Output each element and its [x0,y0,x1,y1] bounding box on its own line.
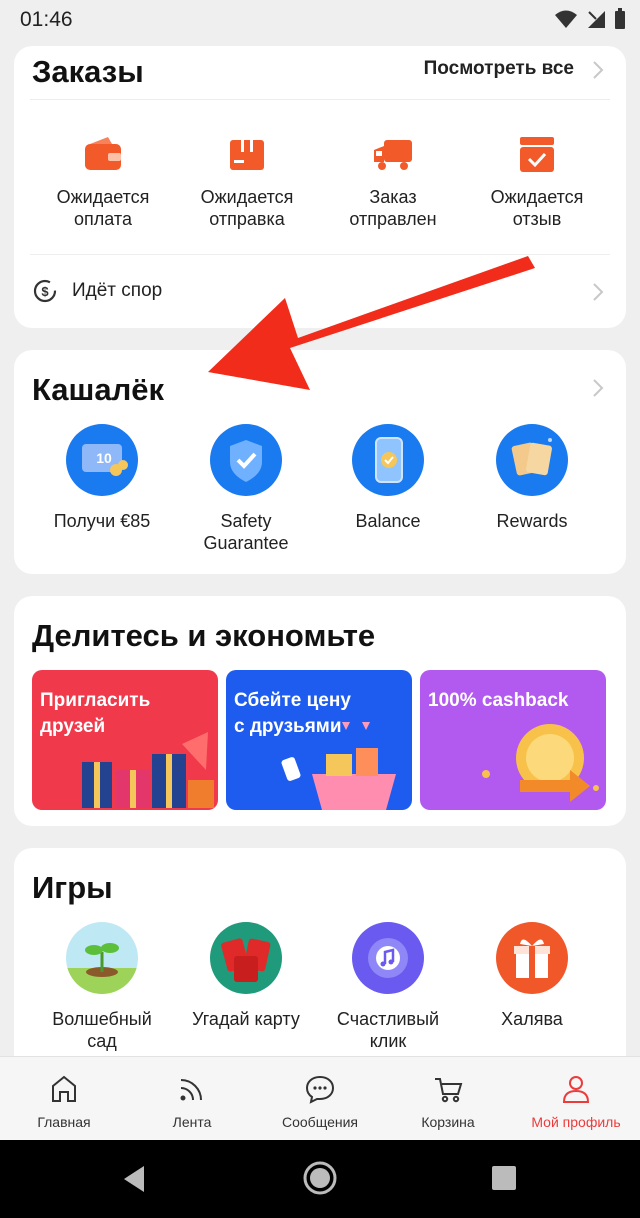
nav-profile[interactable]: Мой профиль [512,1073,640,1130]
nav-label: Главная [37,1114,91,1130]
chevron-right-icon[interactable] [592,282,604,302]
gift-icon [496,922,568,994]
cards-icon [210,922,282,994]
profile-icon [562,1076,590,1103]
order-item-label: Заказ отправлен [349,187,437,229]
promo-label: 100% cashback [428,690,569,711]
package-icon [230,140,264,170]
status-time: 01:46 [20,8,73,31]
status-bar: 01:46 [0,0,640,40]
nav-label: Лента [172,1114,212,1130]
cart-icon [435,1078,463,1103]
wallet-item-label: Получи €85 [53,511,151,531]
nav-cart[interactable]: Корзина [384,1073,512,1130]
recents-icon[interactable] [490,1164,518,1192]
home-icon [52,1075,76,1102]
dollar-refresh-icon: $ [33,279,57,303]
game-guess-card[interactable]: Угадай карту [174,922,318,1030]
svg-text:$: $ [41,284,49,299]
nav-label: Мой профиль [531,1114,621,1130]
phone-coin-icon [352,424,424,496]
wallet-item-label: Rewards [496,511,568,531]
game-lucky-click[interactable]: Счастливый клик [316,922,460,1052]
shield-check-icon [210,424,282,496]
share-card: Делитесь и экономьте Пригласить друзей С… [14,596,626,826]
sprout-icon [66,922,138,994]
bottom-nav: Главная Лента Сообщения Корзина Мой проф… [0,1056,640,1140]
order-shipped[interactable]: Заказ отправлен [320,134,466,230]
share-title: Делитесь и экономьте [32,618,376,653]
reward-cards-icon [496,424,568,496]
game-label: Угадай карту [192,1009,300,1029]
game-magic-garden[interactable]: Волшебный сад [30,922,174,1052]
wallet-balance[interactable]: Balance [316,424,460,532]
promo-invite-friends[interactable]: Пригласить друзей [32,670,218,810]
divider [30,254,610,255]
review-check-icon [520,137,554,172]
music-note-icon [352,922,424,994]
nav-messages[interactable]: Сообщения [256,1073,384,1130]
wallet-icon [85,137,121,170]
game-label: Счастливый клик [336,1009,440,1051]
svg-text:10: 10 [96,450,112,466]
system-icons [554,8,626,30]
promo-label: Сбейте цену с друзьями [234,690,351,737]
game-label: Волшебный сад [52,1009,152,1051]
wallet-card: Кашалёк 10 Получи €85 Safety Guarantee B… [14,350,626,574]
wallet-item-label: Safety Guarantee [203,511,289,553]
promo-group-discount[interactable]: Сбейте цену с друзьями [226,670,412,810]
nav-home[interactable]: Главная [0,1073,128,1130]
games-card: Игры Волшебный сад Угадай карту Счастлив… [14,848,626,1078]
signal-icon [588,11,605,28]
system-navigation-bar [0,1140,640,1218]
chevron-right-icon[interactable] [592,60,604,80]
chat-icon [305,1075,335,1104]
nav-feed[interactable]: Лента [128,1073,256,1130]
dispute-label: Идёт спор [72,280,163,301]
games-title: Игры [32,870,113,905]
promo-label: Пригласить друзей [40,690,151,737]
order-awaiting-payment[interactable]: Ожидается оплата [30,134,176,230]
coupon-icon: 10 [66,424,138,496]
game-label: Халява [501,1009,563,1029]
orders-card: Заказы Посмотреть все Ожидается оплата О… [14,46,626,328]
orders-title: Заказы [32,54,144,89]
chevron-right-icon[interactable] [592,378,604,398]
back-icon[interactable] [120,1164,148,1194]
home-button-icon[interactable] [302,1160,338,1196]
wallet-title: Кашалёк [32,372,165,407]
nav-label: Корзина [421,1114,475,1130]
battery-icon [615,8,625,29]
nav-label: Сообщения [282,1114,358,1130]
wallet-rewards[interactable]: Rewards [460,424,604,532]
dispute-row[interactable]: $ Идёт спор [32,278,162,304]
order-awaiting-shipping[interactable]: Ожидается отправка [174,134,320,230]
order-item-label: Ожидается отправка [200,187,294,229]
order-item-label: Ожидается отзыв [490,187,584,229]
feed-icon [180,1079,202,1101]
wallet-safety-guarantee[interactable]: Safety Guarantee [174,424,318,554]
order-item-label: Ожидается оплата [56,187,150,229]
order-awaiting-review[interactable]: Ожидается отзыв [464,134,610,230]
wallet-item-label: Balance [355,511,421,531]
see-all-link[interactable]: Посмотреть все [424,58,574,80]
wallet-get-bonus[interactable]: 10 Получи €85 [30,424,174,532]
promo-cashback[interactable]: 100% cashback [420,670,606,810]
divider [30,99,610,100]
game-freebie[interactable]: Халява [460,922,604,1030]
truck-icon [374,140,412,170]
wifi-icon [555,10,577,28]
